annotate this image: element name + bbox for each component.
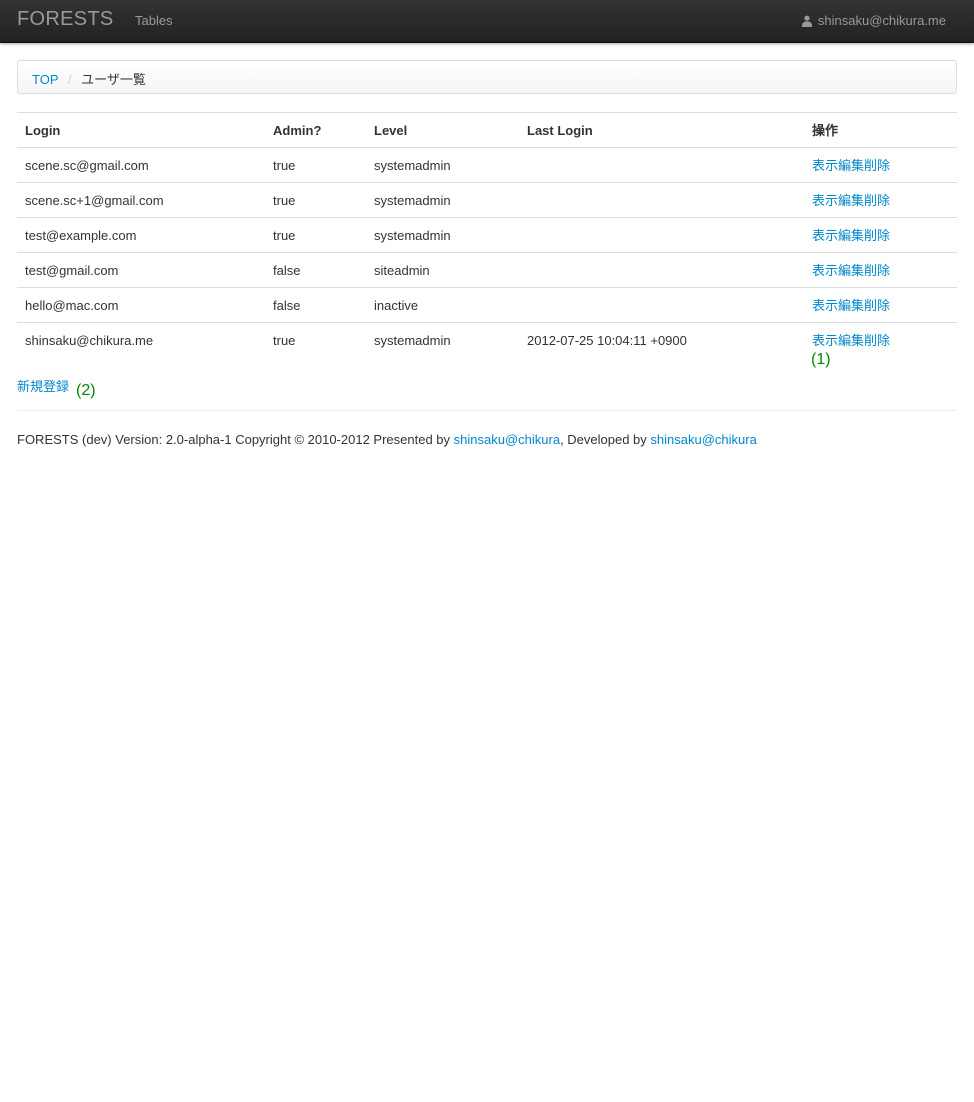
edit-link[interactable]: 編集 <box>838 158 864 173</box>
cell-last-login <box>519 252 804 288</box>
user-icon <box>801 15 813 27</box>
header-login: Login <box>17 112 265 148</box>
cell-login: test@gmail.com <box>17 252 265 288</box>
cell-last-login: 2012-07-25 10:04:11 +0900 <box>519 322 804 358</box>
table-row: hello@mac.com false inactive 表示編集削除 <box>17 287 957 323</box>
edit-link[interactable]: 編集 <box>838 298 864 313</box>
cell-admin: false <box>265 252 366 288</box>
footer-presenter-link[interactable]: shinsaku@chikura <box>454 432 560 447</box>
breadcrumb: TOP / ユーザ一覧 <box>17 60 957 94</box>
cell-last-login <box>519 217 804 253</box>
edit-link[interactable]: 編集 <box>838 263 864 278</box>
show-link[interactable]: 表示 <box>812 158 838 173</box>
annotation-label-2: (2) <box>76 382 96 399</box>
footer: FORESTS (dev) Version: 2.0-alpha-1 Copyr… <box>17 432 757 447</box>
cell-login: scene.sc+1@gmail.com <box>17 182 265 218</box>
cell-level: systemadmin <box>366 217 519 253</box>
footer-divider <box>17 410 957 411</box>
header-last-login: Last Login <box>519 112 804 148</box>
cell-actions: 表示編集削除 <box>804 287 957 323</box>
user-email: shinsaku@chikura.me <box>817 13 946 28</box>
annotation-label-1: (1) <box>811 351 831 368</box>
breadcrumb-divider: / <box>67 72 72 87</box>
user-menu[interactable]: shinsaku@chikura.me <box>801 13 946 28</box>
delete-link[interactable]: 削除 <box>864 193 890 208</box>
table-row: test@example.com true systemadmin 表示編集削除 <box>17 217 957 253</box>
show-link[interactable]: 表示 <box>812 193 838 208</box>
table-row: test@gmail.com false siteadmin 表示編集削除 <box>17 252 957 288</box>
edit-link[interactable]: 編集 <box>838 228 864 243</box>
cell-login: scene.sc@gmail.com <box>17 147 265 183</box>
cell-last-login <box>519 287 804 323</box>
cell-admin: true <box>265 182 366 218</box>
cell-actions: 表示編集削除 <box>804 252 957 288</box>
cell-actions: 表示編集削除 <box>804 147 957 183</box>
cell-admin: true <box>265 217 366 253</box>
show-link[interactable]: 表示 <box>812 333 838 348</box>
cell-level: systemadmin <box>366 182 519 218</box>
header-operations: 操作 <box>804 112 957 148</box>
cell-actions: 表示編集削除 <box>804 182 957 218</box>
table-row: scene.sc@gmail.com true systemadmin 表示編集… <box>17 147 957 183</box>
breadcrumb-top-link[interactable]: TOP <box>32 72 58 87</box>
footer-text-1: FORESTS (dev) Version: 2.0-alpha-1 Copyr… <box>17 432 454 447</box>
show-link[interactable]: 表示 <box>812 298 838 313</box>
new-registration-link[interactable]: 新規登録 <box>17 376 69 395</box>
edit-link[interactable]: 編集 <box>838 193 864 208</box>
cell-login: shinsaku@chikura.me <box>17 322 265 358</box>
edit-link[interactable]: 編集 <box>838 333 864 348</box>
cell-last-login <box>519 182 804 218</box>
cell-login: hello@mac.com <box>17 287 265 323</box>
cell-admin: false <box>265 287 366 323</box>
delete-link[interactable]: 削除 <box>864 298 890 313</box>
brand-link[interactable]: FORESTS <box>17 8 114 31</box>
cell-level: systemadmin <box>366 147 519 183</box>
header-admin: Admin? <box>265 112 366 148</box>
show-link[interactable]: 表示 <box>812 263 838 278</box>
cell-login: test@example.com <box>17 217 265 253</box>
cell-admin: true <box>265 147 366 183</box>
footer-developer-link[interactable]: shinsaku@chikura <box>650 432 756 447</box>
delete-link[interactable]: 削除 <box>864 228 890 243</box>
users-table: Login Admin? Level Last Login 操作 scene.s… <box>17 112 957 358</box>
breadcrumb-current: ユーザ一覧 <box>81 72 146 87</box>
cell-last-login <box>519 147 804 183</box>
table-header-row: Login Admin? Level Last Login 操作 <box>17 112 957 148</box>
table-row: scene.sc+1@gmail.com true systemadmin 表示… <box>17 182 957 218</box>
cell-level: siteadmin <box>366 252 519 288</box>
show-link[interactable]: 表示 <box>812 228 838 243</box>
cell-actions: 表示編集削除 <box>804 217 957 253</box>
footer-text-2: , Developed by <box>560 432 651 447</box>
delete-link[interactable]: 削除 <box>864 263 890 278</box>
header-level: Level <box>366 112 519 148</box>
top-navbar: FORESTS Tables shinsaku@chikura.me <box>0 0 974 43</box>
cell-level: systemadmin <box>366 322 519 358</box>
cell-admin: true <box>265 322 366 358</box>
delete-link[interactable]: 削除 <box>864 333 890 348</box>
delete-link[interactable]: 削除 <box>864 158 890 173</box>
cell-level: inactive <box>366 287 519 323</box>
nav-tables-link[interactable]: Tables <box>135 13 173 28</box>
